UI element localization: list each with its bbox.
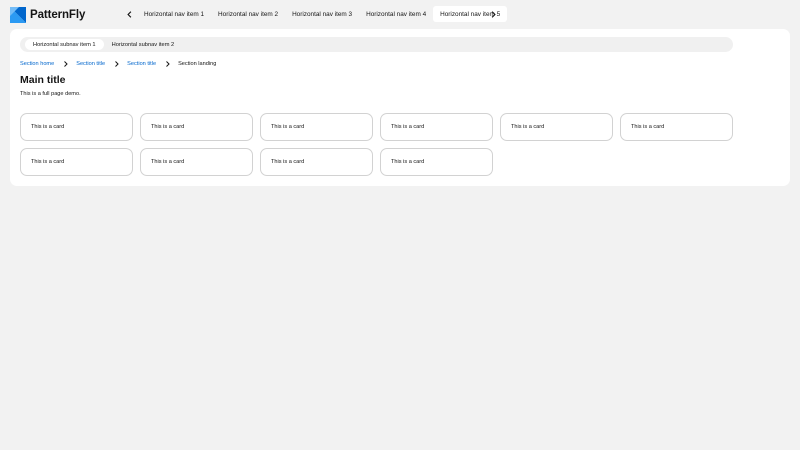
breadcrumb-section-title-2[interactable]: Section title xyxy=(127,61,156,67)
card[interactable]: This is a card xyxy=(380,148,493,176)
breadcrumb-separator xyxy=(54,60,76,67)
nav-item-2[interactable]: Horizontal nav item 2 xyxy=(211,6,285,22)
card[interactable]: This is a card xyxy=(140,113,253,141)
chevron-right-icon xyxy=(63,60,68,67)
horizontal-subnav: Horizontal subnav item 1 Horizontal subn… xyxy=(20,37,733,52)
subnav-item-1[interactable]: Horizontal subnav item 1 xyxy=(25,39,104,50)
main-content-panel: Horizontal subnav item 1 Horizontal subn… xyxy=(10,29,790,186)
card[interactable]: This is a card xyxy=(140,148,253,176)
chevron-left-icon xyxy=(126,10,131,18)
card[interactable]: This is a card xyxy=(620,113,733,141)
breadcrumb-section-home[interactable]: Section home xyxy=(20,61,54,67)
card[interactable]: This is a card xyxy=(20,113,133,141)
brand-logo[interactable]: PatternFly xyxy=(10,6,85,23)
nav-item-1[interactable]: Horizontal nav item 1 xyxy=(137,6,211,22)
card[interactable]: This is a card xyxy=(260,113,373,141)
card[interactable]: This is a card xyxy=(500,113,613,141)
chevron-right-icon xyxy=(165,60,170,67)
breadcrumb-section-title-1[interactable]: Section title xyxy=(76,61,105,67)
breadcrumb-separator xyxy=(105,60,127,67)
breadcrumb-section-landing: Section landing xyxy=(178,60,217,67)
brand-name: PatternFly xyxy=(30,8,86,21)
nav-item-3[interactable]: Horizontal nav item 3 xyxy=(285,6,359,22)
breadcrumb-separator xyxy=(156,60,178,67)
breadcrumb: Section home Section title Section title… xyxy=(20,59,216,68)
page-description: This is a full page demo. xyxy=(20,91,81,97)
patternfly-logo-icon xyxy=(10,6,26,23)
masthead: PatternFly Horizontal nav item 1 Horizon… xyxy=(0,0,800,29)
nav-scroll-right-button[interactable] xyxy=(485,6,501,22)
card[interactable]: This is a card xyxy=(380,113,493,141)
nav-scroll-left-button[interactable] xyxy=(121,6,137,22)
chevron-right-icon xyxy=(114,60,119,67)
nav-item-4[interactable]: Horizontal nav item 4 xyxy=(359,6,433,22)
horizontal-nav: Horizontal nav item 1 Horizontal nav ite… xyxy=(137,6,508,22)
card[interactable]: This is a card xyxy=(260,148,373,176)
card[interactable]: This is a card xyxy=(20,148,133,176)
chevron-right-icon xyxy=(491,10,496,18)
subnav-item-2[interactable]: Horizontal subnav item 2 xyxy=(104,39,183,50)
page-title: Main title xyxy=(20,74,66,86)
